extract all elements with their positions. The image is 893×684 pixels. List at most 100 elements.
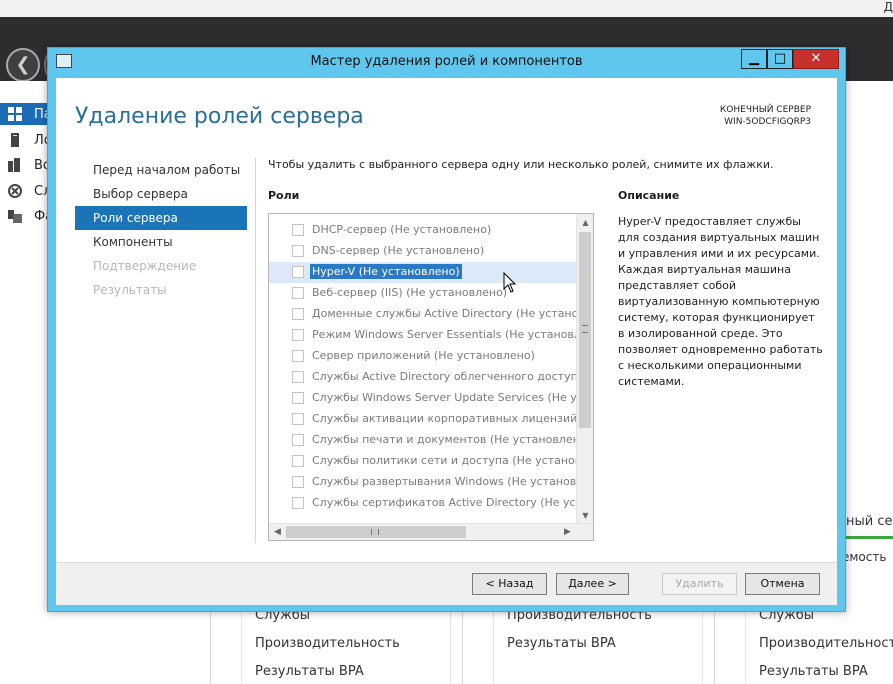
dashboard-icon [8,107,22,121]
roles-list[interactable]: DHCP-сервер (Не установлено) DNS-сервер … [268,213,594,541]
mouse-pointer-icon [503,272,517,293]
description-text: Hyper-V предоставляет службы для создани… [618,215,823,388]
role-label: Веб-сервер (IIS) (Не установлено) [312,286,508,299]
role-label: Службы развертывания Windows (Не установ… [312,475,576,488]
role-checkbox[interactable] [292,476,304,488]
list-item[interactable]: Службы Windows Server Update Services (Н… [269,388,576,409]
role-label: Службы печати и документов (Не установле… [312,433,576,446]
list-item[interactable]: Веб-сервер (IIS) (Не установлено) [269,283,576,304]
dialog-body: Удаление ролей сервера КОНЕЧНЫЙ СЕРВЕР W… [56,78,837,605]
minimize-button[interactable]: ▁ [741,49,767,69]
back-button[interactable]: < Назад [472,573,547,595]
back-nav-icon[interactable]: ❮ [6,48,40,82]
role-checkbox[interactable] [292,224,304,236]
sidebar-item-services[interactable]: Сл [0,180,51,202]
role-checkbox[interactable] [292,413,304,425]
role-label: Службы политики сети и доступа (Не устан… [312,454,576,467]
list-item[interactable]: DNS-сервер (Не установлено) [269,241,576,262]
scroll-down-icon[interactable]: ▼ [577,507,593,524]
destination-server: КОНЕЧНЫЙ СЕРВЕР WIN-5ODCFIGQRP3 [720,104,811,128]
list-item[interactable]: Службы сертификатов Active Directory (Не… [269,493,576,514]
cancel-button[interactable]: Отмена [745,573,820,595]
role-checkbox[interactable] [292,350,304,362]
next-button[interactable]: Далее > [556,573,629,595]
tile-row[interactable]: Производительность [759,636,893,651]
wizard-steps: Перед началом работы Выбор сервера Роли … [75,158,247,302]
role-label: DNS-сервер (Не установлено) [312,244,485,257]
role-checkbox[interactable] [292,392,304,404]
tile-title-fragment: ный се [846,514,893,529]
file-services-icon [8,210,22,223]
services-icon [8,184,22,198]
maximize-button[interactable]: □ [767,49,793,69]
tile-row[interactable]: Результаты BPA [255,664,364,679]
step-features[interactable]: Компоненты [75,230,247,254]
role-checkbox[interactable] [292,329,304,341]
list-item[interactable]: Службы политики сети и доступа (Не устан… [269,451,576,472]
role-checkbox[interactable] [292,287,304,299]
page-title: Удаление ролей сервера [75,104,364,129]
role-checkbox[interactable] [292,266,304,278]
remove-roles-wizard: Мастер удаления ролей и компонентов ▁ □ … [47,47,846,612]
role-label: Службы активации корпоративных лицензий … [312,412,576,425]
role-checkbox[interactable] [292,455,304,467]
sidebar-item-local-server[interactable]: Ло [0,129,52,151]
scroll-left-icon[interactable]: ◀ [269,524,286,540]
role-checkbox[interactable] [292,245,304,257]
server-manager-sidebar: Па Ло Во Сл Фа [0,81,53,684]
scroll-right-icon[interactable]: ▶ [559,524,576,540]
role-checkbox[interactable] [292,497,304,509]
step-before-you-begin[interactable]: Перед началом работы [75,158,247,182]
vertical-scroll-thumb[interactable] [579,232,591,428]
right-tile-fragment: ный се емость [842,494,893,564]
list-item[interactable]: Hyper-V (Не установлено) [269,262,576,283]
tile-row[interactable]: Результаты BPA [759,664,868,679]
sidebar-item-dashboard[interactable]: Па [0,103,52,125]
step-server-selection[interactable]: Выбор сервера [75,182,247,206]
role-label: Режим Windows Server Essentials (Не уста… [312,328,576,341]
list-item[interactable]: Службы печати и документов (Не установле… [269,430,576,451]
title-fragment: Д [883,0,893,14]
horizontal-scroll-thumb[interactable] [286,526,466,538]
sidebar-item-file-services[interactable]: Фа [0,205,53,227]
vertical-scrollbar[interactable]: ▲ ▼ [576,214,593,524]
list-item[interactable]: DHCP-сервер (Не установлено) [269,220,576,241]
role-checkbox[interactable] [292,434,304,446]
destination-label: КОНЕЧНЫЙ СЕРВЕР [719,105,811,115]
tile-status-bar [846,536,893,539]
close-button[interactable]: ✕ [793,49,839,69]
list-item[interactable]: Службы активации корпоративных лицензий … [269,409,576,430]
sidebar-item-all-servers[interactable]: Во [0,154,51,176]
remove-button: Удалить [662,573,737,595]
roles-heading: Роли [268,189,300,202]
server-manager-titlebar: Д [0,0,893,17]
role-label: Службы сертификатов Active Directory (Не… [312,496,576,509]
role-checkbox[interactable] [292,371,304,383]
role-label: Hyper-V (Не установлено) [310,264,462,279]
role-label: Службы Active Directory облегченного дос… [312,370,576,383]
list-item[interactable]: Режим Windows Server Essentials (Не уста… [269,325,576,346]
role-label: DHCP-сервер (Не установлено) [312,223,492,236]
tile-row[interactable]: Результаты BPA [507,636,616,651]
instruction-text: Чтобы удалить с выбранного сервера одну … [268,158,774,171]
dialog-titlebar[interactable]: Мастер удаления ролей и компонентов ▁ □ … [48,48,845,76]
all-servers-icon [8,158,20,172]
list-item[interactable]: Доменные службы Active Directory (Не уст… [269,304,576,325]
list-item[interactable]: Службы Active Directory облегченного дос… [269,367,576,388]
role-label: Доменные службы Active Directory (Не уст… [312,307,576,320]
description-heading: Описание [618,189,680,202]
role-label: Службы Windows Server Update Services (Н… [312,391,576,404]
step-confirmation: Подтверждение [93,259,197,273]
role-checkbox[interactable] [292,308,304,320]
step-server-roles[interactable]: Роли сервера [75,206,247,230]
steps-divider [255,158,256,543]
list-item[interactable]: Службы развертывания Windows (Не установ… [269,472,576,493]
scroll-up-icon[interactable]: ▲ [577,214,593,231]
tile-row[interactable]: Производительность [255,636,400,651]
role-label: Сервер приложений (Не установлено) [312,349,535,362]
dialog-title: Мастер удаления ролей и компонентов [310,54,583,69]
step-results: Результаты [93,283,167,297]
list-item[interactable]: Сервер приложений (Не установлено) [269,346,576,367]
local-server-icon [11,133,19,147]
horizontal-scrollbar[interactable]: ◀ ▶ [269,523,593,540]
